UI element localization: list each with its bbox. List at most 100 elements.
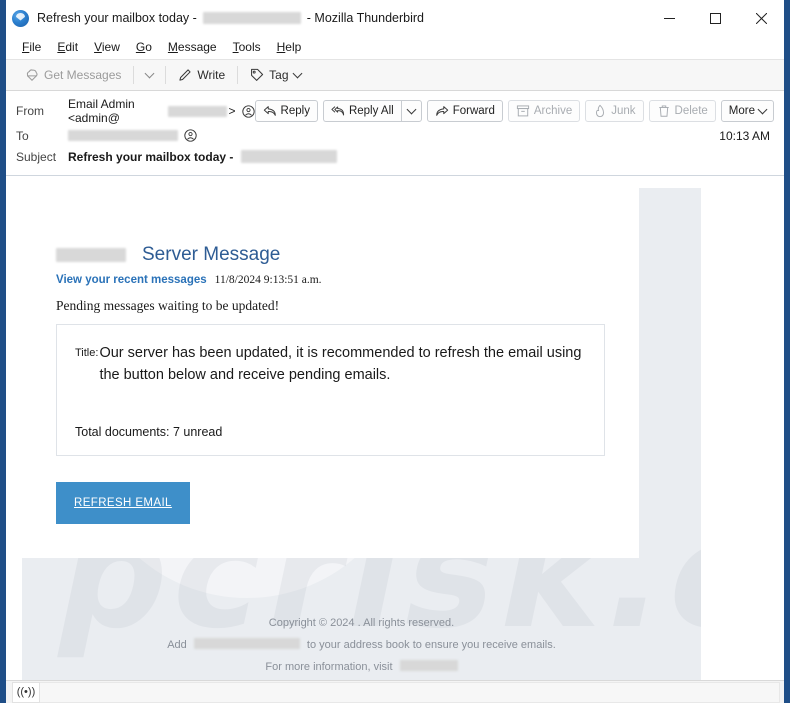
main-toolbar: Get Messages Write Tag (6, 59, 784, 91)
reply-all-label: Reply All (348, 105, 394, 117)
footer-address-redacted: x (193, 638, 300, 649)
more-button[interactable]: More (720, 100, 774, 122)
pending-messages-text: Pending messages waiting to be updated! (56, 298, 280, 313)
forward-label: Forward (452, 105, 495, 117)
to-label: To (16, 128, 29, 143)
tag-icon (251, 68, 264, 81)
email-outer-background: pcrisk.com x Server Message View your re… (22, 188, 701, 680)
from-address-start: Email Admin <admin@ (68, 97, 135, 125)
email-timestamp: 11/8/2024 9:13:51 a.m. (214, 274, 322, 286)
menu-item-message[interactable]: Message (160, 38, 225, 56)
menu-item-tools[interactable]: Tools (225, 38, 269, 56)
menu-item-view[interactable]: View (86, 38, 128, 56)
get-messages-button[interactable]: Get Messages (18, 65, 128, 85)
title-body-text: Our server has been updated, it is recom… (99, 345, 582, 383)
subject-label: Subject (16, 149, 57, 164)
trash-icon (658, 105, 669, 117)
email-brand-row: x Server Message (56, 244, 605, 266)
title-label: Title: (75, 347, 99, 359)
menu-item-file[interactable]: File (14, 38, 49, 56)
forward-icon (435, 106, 448, 116)
contact-avatar-icon[interactable] (241, 104, 255, 118)
footer-more-info-line: For more information, visit x (22, 656, 701, 678)
toolbar-divider-1 (133, 66, 135, 84)
window-title: Refresh your mailbox today - x - Mozilla… (37, 11, 424, 25)
close-button[interactable] (738, 0, 784, 36)
chevron-down-icon (144, 68, 155, 79)
toolbar-divider-3 (237, 66, 239, 84)
archive-label: Archive (533, 105, 573, 117)
chevron-down-icon (406, 104, 417, 115)
junk-flame-icon (596, 104, 605, 118)
window-title-prefix: Refresh your mailbox today - (37, 11, 197, 25)
reply-all-dropdown[interactable] (400, 100, 422, 122)
email-footer: Copyright © 2024 . All rights reserved. … (22, 596, 701, 678)
menu-item-edit[interactable]: Edit (49, 38, 86, 56)
menu-bar: File Edit View Go Message Tools Help (6, 36, 784, 59)
from-domain-redacted: x (168, 105, 227, 117)
email-link-row: View your recent messages 11/8/2024 9:13… (56, 274, 605, 286)
delete-label: Delete (674, 105, 708, 117)
window-title-suffix: - Mozilla Thunderbird (306, 11, 424, 25)
to-value: x (68, 129, 197, 142)
status-message-area (40, 681, 780, 703)
more-label: More (728, 105, 755, 117)
message-time: 10:13 AM (719, 128, 770, 143)
to-address-redacted: x (68, 130, 178, 141)
footer-address-line: Add x to your address book to ensure you… (22, 634, 701, 656)
chevron-down-icon (757, 104, 768, 115)
archive-button[interactable]: Archive (507, 100, 581, 122)
email-card: x Server Message View your recent messag… (22, 188, 639, 558)
subject-redacted: x (241, 150, 338, 163)
write-button[interactable]: Write (171, 65, 232, 85)
footer-copyright: Copyright © 2024 . All rights reserved. (268, 617, 455, 629)
download-mail-icon (26, 69, 38, 81)
footer-address-prefix: Add (167, 639, 187, 651)
get-messages-dropdown[interactable] (139, 67, 160, 83)
title-bar[interactable]: Refresh your mailbox today - x - Mozilla… (6, 0, 784, 36)
title-line: Title: Our server has been updated, it i… (75, 343, 586, 387)
junk-label: Junk (611, 105, 636, 117)
toolbar-divider-2 (165, 66, 167, 84)
reply-label: Reply (280, 105, 310, 117)
forward-button[interactable]: Forward (426, 100, 503, 122)
from-address-end: > (228, 104, 236, 118)
to-row: To x 10:13 AM (16, 125, 774, 146)
menu-label-file: ile (29, 40, 42, 54)
reply-button[interactable]: Reply (254, 100, 318, 122)
brand-logo-redacted: x (56, 248, 126, 262)
write-label: Write (197, 68, 226, 82)
menu-item-help[interactable]: Help (269, 38, 310, 56)
tag-button[interactable]: Tag (243, 65, 307, 85)
delete-button[interactable]: Delete (648, 100, 716, 122)
broadcast-antenna-icon[interactable]: ((•)) (12, 681, 40, 703)
subject-row: Subject Refresh your mailbox today - x (16, 146, 774, 167)
email-content-box: Title: Our server has been updated, it i… (56, 324, 605, 456)
window-controls (646, 0, 784, 36)
window-inner: Refresh your mailbox today - x - Mozilla… (6, 0, 784, 703)
junk-button[interactable]: Junk (585, 100, 644, 122)
reply-all-icon (331, 106, 345, 116)
get-messages-label: Get Messages (44, 68, 122, 82)
refresh-email-button[interactable]: REFRESH EMAIL (56, 482, 190, 524)
maximize-button[interactable] (692, 0, 738, 36)
minimize-button[interactable] (646, 0, 692, 36)
footer-address-suffix: to your address book to ensure you recei… (306, 639, 556, 651)
from-label: From (16, 104, 44, 118)
footer-url-redacted: x (399, 660, 458, 671)
footer-more-info-prefix: For more information, visit (265, 661, 393, 673)
chevron-down-icon (292, 68, 302, 79)
status-bar: ((•)) (6, 680, 784, 703)
thunderbird-logo-icon (12, 9, 29, 27)
reply-icon (263, 106, 276, 116)
view-recent-messages-link[interactable]: View your recent messages (56, 274, 207, 286)
thunderbird-window: Refresh your mailbox today - x - Mozilla… (0, 0, 790, 703)
window-title-redacted: x (202, 12, 301, 24)
message-body-viewport[interactable]: pcrisk.com x Server Message View your re… (6, 176, 784, 680)
contact-avatar-icon[interactable] (184, 129, 197, 142)
subject-value: Refresh your mailbox today - x (68, 150, 338, 164)
menu-item-go[interactable]: Go (128, 38, 160, 56)
reply-all-split-button: Reply All (322, 100, 422, 122)
from-value: Email Admin <admin@ x > (68, 97, 255, 125)
reply-all-button[interactable]: Reply All (322, 100, 401, 122)
